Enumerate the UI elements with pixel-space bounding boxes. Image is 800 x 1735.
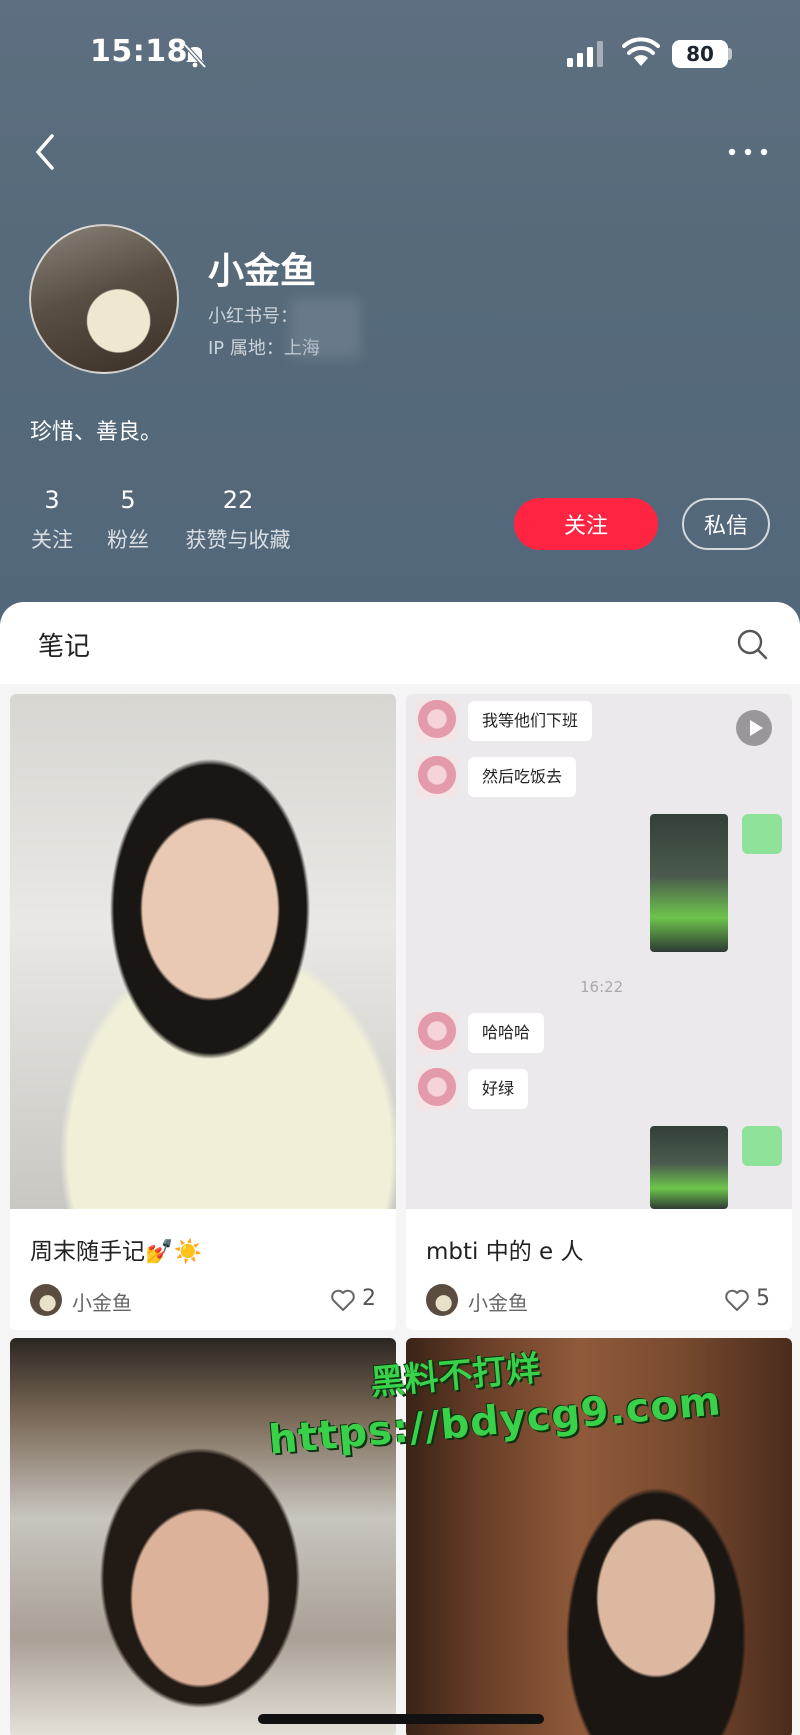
- back-arrow-icon[interactable]: [30, 132, 60, 172]
- notes-section: 笔记 周末随手记💅☀️ 小金鱼 2 我等他们下班 然后吃饭去 16:22 哈哈哈…: [0, 602, 800, 1735]
- stat-label: 关注: [31, 528, 73, 552]
- author-avatar: [426, 1284, 458, 1316]
- stat-value: 22: [222, 486, 254, 514]
- stat-label: 粉丝: [107, 528, 149, 552]
- battery-level: 80: [686, 42, 714, 66]
- stat-following[interactable]: 3 关注: [30, 486, 74, 554]
- note-title: 周末随手记💅☀️: [30, 1239, 203, 1265]
- chat-timestamp: 16:22: [580, 978, 624, 996]
- wifi-icon: [622, 37, 660, 66]
- tab-notes[interactable]: 笔记: [38, 626, 90, 663]
- stat-value: 5: [120, 486, 136, 514]
- profile-avatar[interactable]: [29, 224, 179, 374]
- stat-label: 获赞与收藏: [185, 528, 291, 552]
- profile-account-id: 小红书号：: [208, 306, 298, 327]
- note-likes: 5: [756, 1286, 770, 1311]
- bell-muted-icon: [183, 43, 207, 69]
- heart-icon[interactable]: [724, 1288, 750, 1312]
- blurred-region: [290, 298, 360, 358]
- search-icon[interactable]: [736, 628, 768, 660]
- profile-bio: 珍惜、善良。: [30, 420, 163, 445]
- profile-name: 小金鱼: [208, 251, 317, 292]
- status-time: 15:18: [90, 34, 188, 69]
- author-avatar: [30, 1284, 62, 1316]
- signal-icon: [567, 41, 603, 67]
- note-author: 小金鱼: [468, 1291, 528, 1315]
- note-card[interactable]: 我等他们下班 然后吃饭去 16:22 哈哈哈 好绿 mbti 中的 e 人 小金…: [406, 694, 792, 1330]
- chat-avatar: [416, 1068, 458, 1110]
- chat-sticker-avatar: [742, 814, 782, 854]
- notes-tabbar: 笔记: [0, 602, 800, 684]
- stat-value: 3: [44, 486, 60, 514]
- video-play-icon: [736, 710, 772, 746]
- note-author: 小金鱼: [72, 1291, 132, 1315]
- battery-cap: [728, 48, 732, 60]
- chat-avatar: [416, 700, 458, 742]
- note-card[interactable]: [10, 1338, 396, 1735]
- home-indicator: [258, 1714, 544, 1724]
- note-card[interactable]: 周末随手记💅☀️ 小金鱼 2: [10, 694, 396, 1330]
- message-button[interactable]: 私信: [682, 498, 770, 550]
- follow-button[interactable]: 关注: [514, 498, 658, 550]
- note-title: mbti 中的 e 人: [426, 1239, 584, 1265]
- stat-followers[interactable]: 5 粉丝: [104, 486, 152, 554]
- stat-likes-collects[interactable]: 22 获赞与收藏: [182, 486, 294, 554]
- chat-sticker-avatar: [742, 1126, 782, 1166]
- note-cover-image: 我等他们下班 然后吃饭去 16:22 哈哈哈 好绿: [406, 694, 792, 1209]
- chat-video-thumbnail: [650, 814, 728, 952]
- chat-avatar: [416, 756, 458, 798]
- note-cover-image: [10, 1338, 396, 1735]
- chat-video-thumbnail: [650, 1126, 728, 1209]
- chat-bubble: 我等他们下班: [468, 701, 593, 741]
- chat-avatar: [416, 1012, 458, 1054]
- note-likes: 2: [362, 1286, 376, 1311]
- heart-icon[interactable]: [330, 1288, 356, 1312]
- note-cover-image: [10, 694, 396, 1209]
- chat-bubble: 然后吃饭去: [468, 757, 577, 797]
- chat-bubble: 哈哈哈: [468, 1013, 545, 1053]
- more-options-icon[interactable]: [726, 142, 770, 162]
- chat-bubble: 好绿: [468, 1069, 529, 1109]
